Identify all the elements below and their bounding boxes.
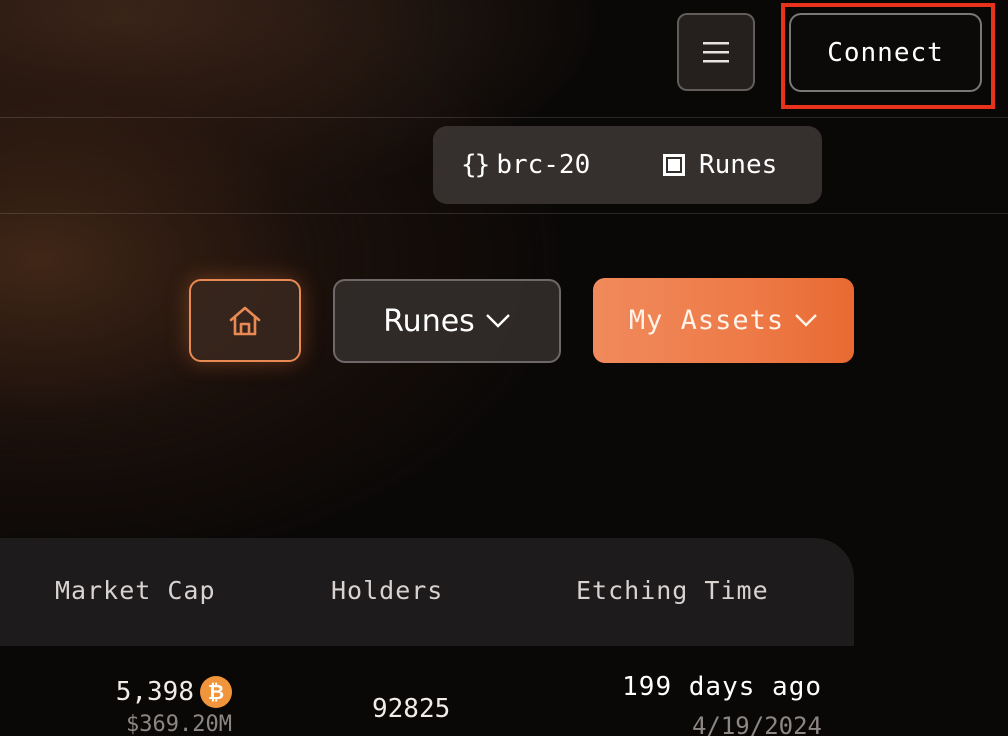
protocol-runes[interactable]: Runes [663, 126, 777, 204]
market-cap-btc: 5,398 ₿ [100, 676, 232, 708]
connect-button[interactable]: Connect [789, 13, 982, 92]
home-icon [229, 306, 261, 335]
home-button[interactable] [189, 279, 301, 362]
table-row[interactable]: 5,398 ₿ $369.20M 92825 199 days ago 4/19… [0, 646, 854, 736]
column-market-cap[interactable]: Market Cap [55, 538, 216, 646]
protocol-divider [0, 213, 1008, 214]
chevron-down-icon [794, 313, 818, 329]
market-cap-btc-value: 5,398 [115, 677, 194, 707]
table-header: Market Cap Holders Etching Time [0, 538, 854, 646]
braces-icon: {} [461, 150, 490, 180]
my-assets-dropdown[interactable]: My Assets [593, 278, 854, 363]
column-etching-time[interactable]: Etching Time [576, 538, 769, 646]
chevron-down-icon [485, 313, 511, 329]
menu-button[interactable] [677, 13, 755, 91]
runes-dropdown[interactable]: Runes [333, 279, 561, 363]
runes-dropdown-label: Runes [383, 303, 475, 339]
protocol-brc20-label: brc-20 [496, 150, 591, 180]
etching-time-relative: 199 days ago [622, 672, 822, 702]
my-assets-label: My Assets [628, 305, 785, 336]
column-holders[interactable]: Holders [331, 538, 443, 646]
protocol-brc20[interactable]: {} brc-20 [461, 126, 590, 204]
market-cap-usd: $369.20M [126, 712, 232, 736]
square-icon [663, 154, 685, 176]
protocol-switcher: {} brc-20 Runes [433, 126, 822, 204]
protocol-runes-label: Runes [699, 150, 778, 180]
etching-time-date: 4/19/2024 [691, 712, 822, 736]
bitcoin-icon: ₿ [200, 676, 232, 708]
hamburger-icon [703, 42, 729, 63]
header-divider [0, 117, 1008, 118]
holders-value: 92825 [372, 694, 451, 724]
